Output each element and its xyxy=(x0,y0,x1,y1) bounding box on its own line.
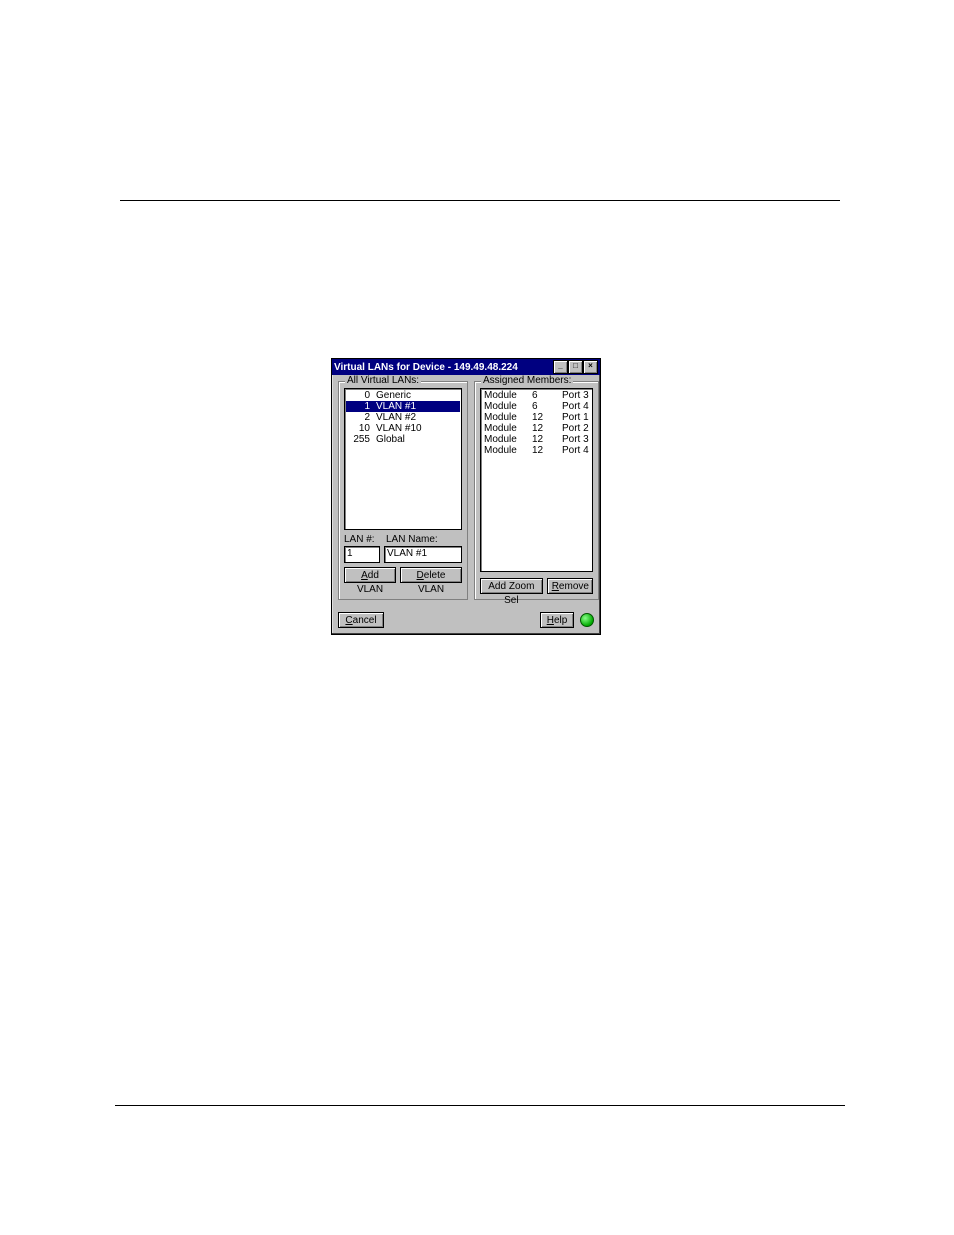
assigned-members-label: Assigned Members: xyxy=(481,375,573,386)
maximize-button[interactable]: □ xyxy=(568,360,583,374)
lan-name-label: LAN Name: xyxy=(386,534,462,545)
status-indicator-icon xyxy=(580,613,594,627)
list-item[interactable]: 1 VLAN #1 xyxy=(346,401,460,412)
all-vlans-group: All Virtual LANs: 0 Generic 1 VLAN #1 2 … xyxy=(338,381,468,600)
help-button[interactable]: Help xyxy=(540,612,574,628)
assigned-members-group: Assigned Members: Module 6 Port 3 Module… xyxy=(474,381,599,600)
members-listbox[interactable]: Module 6 Port 3 Module 6 Port 4 Module 1… xyxy=(480,388,593,572)
add-vlan-button[interactable]: Add VLAN xyxy=(344,567,396,583)
remove-button[interactable]: Remove xyxy=(547,578,593,594)
list-item[interactable]: 255 Global xyxy=(346,434,460,445)
list-item[interactable]: Module 6 Port 3 xyxy=(482,390,591,401)
lan-num-label: LAN #: xyxy=(344,534,386,545)
list-item[interactable]: Module 6 Port 4 xyxy=(482,401,591,412)
list-item[interactable]: 0 Generic xyxy=(346,390,460,401)
lan-name-input[interactable]: VLAN #1 xyxy=(384,546,462,563)
list-item[interactable]: 2 VLAN #2 xyxy=(346,412,460,423)
vlan-listbox[interactable]: 0 Generic 1 VLAN #1 2 VLAN #2 10 VLAN #1… xyxy=(344,388,462,530)
close-button[interactable]: × xyxy=(583,360,598,374)
delete-vlan-button[interactable]: Delete VLAN xyxy=(400,567,462,583)
list-item[interactable]: 10 VLAN #10 xyxy=(346,423,460,434)
list-item[interactable]: Module 12 Port 3 xyxy=(482,434,591,445)
titlebar[interactable]: Virtual LANs for Device - 149.49.48.224 … xyxy=(332,359,600,375)
window-title: Virtual LANs for Device - 149.49.48.224 xyxy=(334,362,553,373)
list-item[interactable]: Module 12 Port 4 xyxy=(482,445,591,456)
list-item[interactable]: Module 12 Port 2 xyxy=(482,423,591,434)
page-top-rule xyxy=(120,200,840,201)
all-vlans-label: All Virtual LANs: xyxy=(345,375,421,386)
list-item[interactable]: Module 12 Port 1 xyxy=(482,412,591,423)
cancel-button[interactable]: Cancel xyxy=(338,612,384,628)
minimize-button[interactable]: _ xyxy=(553,360,568,374)
add-zoom-sel-button[interactable]: Add Zoom Sel xyxy=(480,578,543,594)
page-bottom-rule xyxy=(115,1105,845,1106)
lan-num-input[interactable]: 1 xyxy=(344,546,380,563)
vlan-dialog: Virtual LANs for Device - 149.49.48.224 … xyxy=(331,358,601,635)
dialog-footer: Cancel Help xyxy=(332,606,600,634)
